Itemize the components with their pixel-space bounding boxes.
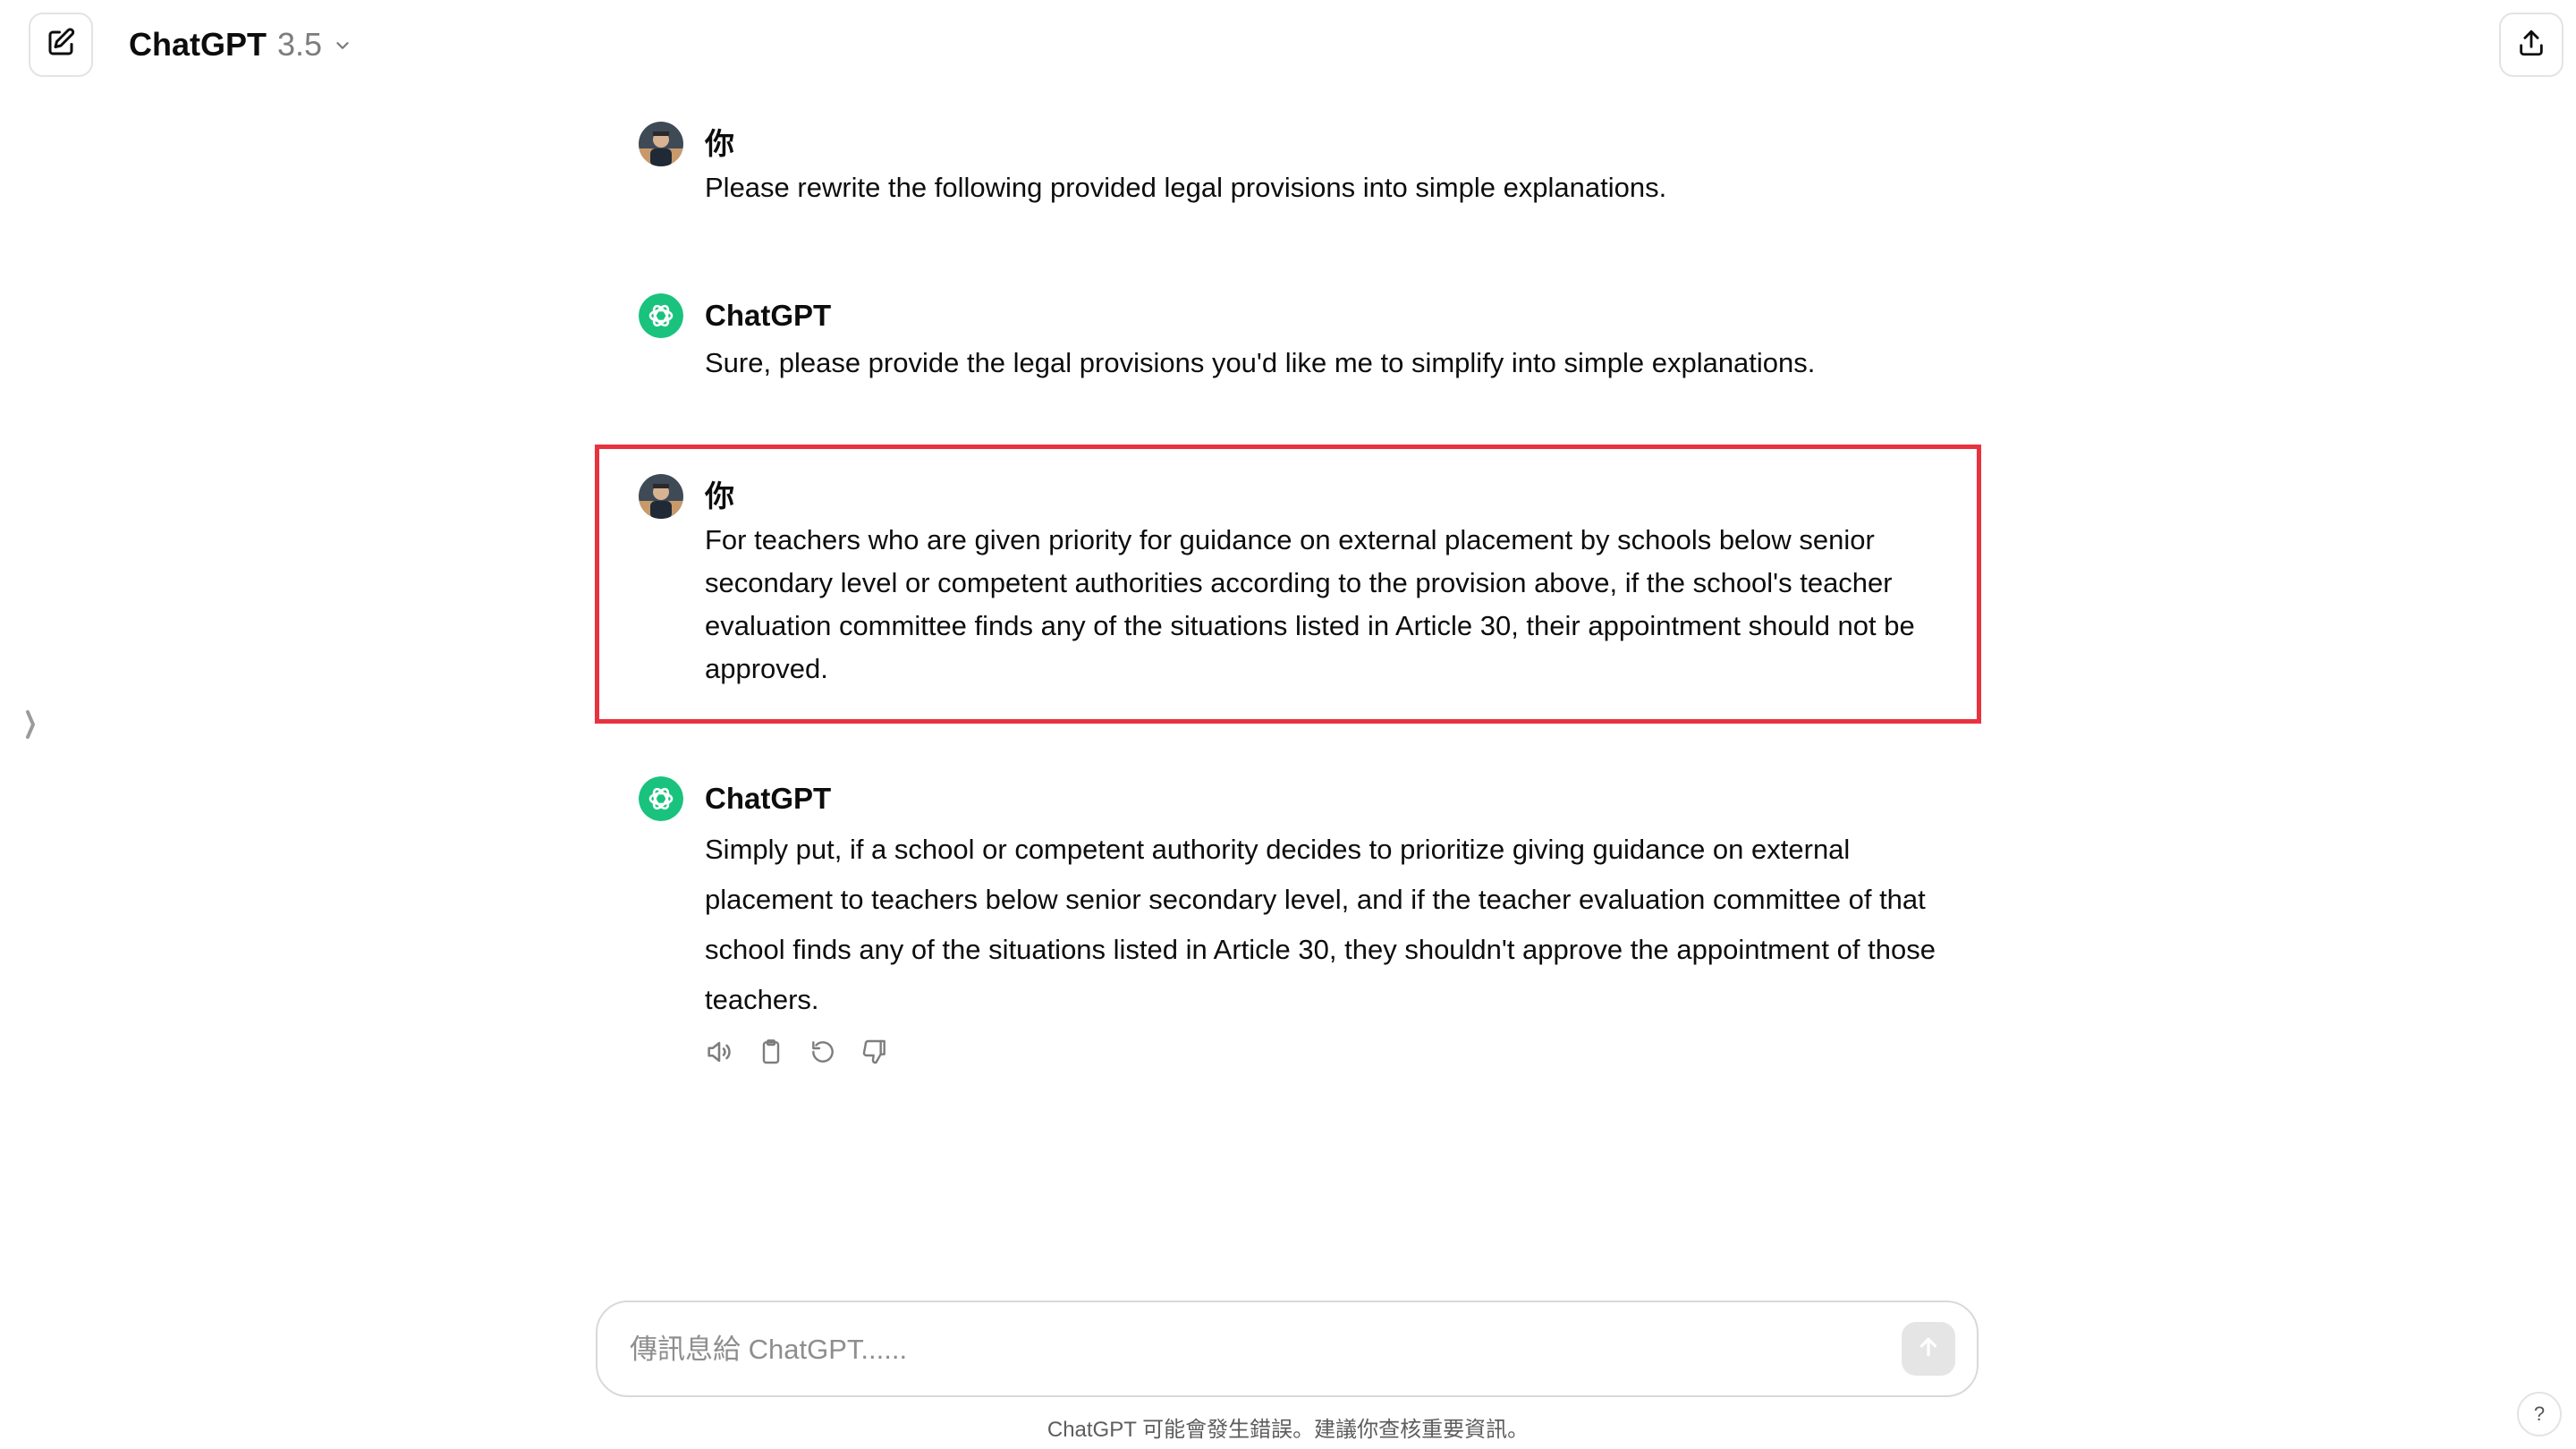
sidebar-toggle[interactable] — [20, 707, 41, 746]
message-text: Please rewrite the following provided le… — [705, 172, 1667, 203]
share-button[interactable] — [2499, 13, 2563, 77]
user-message: 你 For teachers who are given priority fo… — [639, 474, 1945, 698]
new-chat-button[interactable] — [29, 13, 93, 77]
thumbs-down-icon[interactable] — [859, 1036, 891, 1068]
message-text: For teachers who are given priority for … — [705, 524, 1915, 684]
message-text: Sure, please provide the legal provision… — [705, 347, 1816, 378]
help-icon: ? — [2533, 1402, 2546, 1425]
message-author: ChatGPT — [705, 299, 832, 332]
regenerate-icon[interactable] — [807, 1036, 839, 1068]
chatgpt-logo-icon — [639, 293, 683, 338]
message-author: 你 — [705, 479, 734, 513]
copy-icon[interactable] — [755, 1036, 787, 1068]
model-selector[interactable]: ChatGPT 3.5 — [129, 20, 352, 70]
user-message: 你 Please rewrite the following provided … — [639, 122, 1945, 211]
chevron-right-icon — [23, 707, 38, 747]
message-input[interactable] — [628, 1324, 1830, 1376]
message-author: 你 — [705, 127, 734, 160]
send-button[interactable] — [1902, 1322, 1955, 1376]
message-composer — [596, 1301, 1979, 1397]
message-text: Simply put, if a school or competent aut… — [705, 834, 1936, 1015]
share-icon — [2516, 28, 2546, 63]
assistant-message: ChatGPT Sure, please provide the legal p… — [639, 293, 1945, 392]
chatgpt-logo-icon — [639, 776, 683, 821]
model-name: ChatGPT — [129, 26, 267, 63]
arrow-up-icon — [1915, 1334, 1942, 1365]
help-button[interactable]: ? — [2517, 1392, 2562, 1436]
user-avatar — [639, 474, 683, 519]
model-version: 3.5 — [277, 26, 323, 63]
read-aloud-icon[interactable] — [703, 1036, 735, 1068]
message-author: ChatGPT — [705, 782, 832, 815]
assistant-message: ChatGPT Simply put, if a school or compe… — [639, 776, 1945, 1027]
user-avatar — [639, 122, 683, 166]
chat-page: ChatGPT 3.5 你 Please rewrite the followi… — [0, 0, 2576, 1449]
disclaimer-text: ChatGPT 可能會發生錯誤。建議你查核重要資訊。 — [1046, 1418, 1530, 1442]
chevron-down-icon — [333, 26, 352, 64]
message-actions — [703, 1036, 891, 1068]
new-chat-icon — [45, 27, 77, 64]
